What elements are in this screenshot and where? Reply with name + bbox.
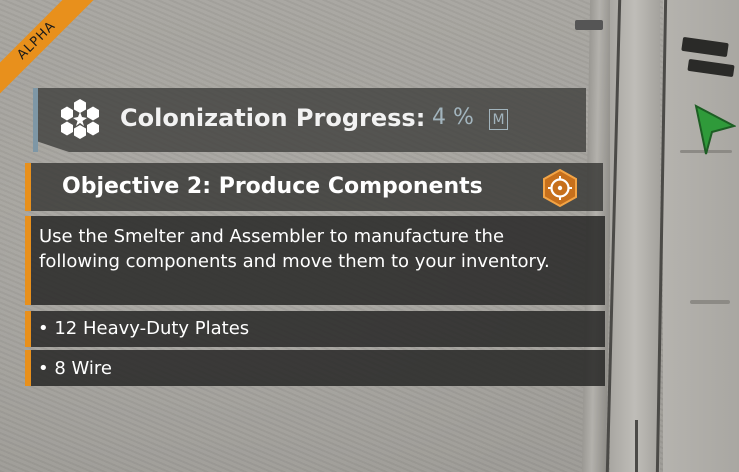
colonization-progress-value: 4 %: [432, 105, 474, 130]
task-accent: [25, 311, 31, 347]
hull-line: [690, 300, 730, 304]
objective-description-accent: [25, 216, 31, 305]
hull-vent: [575, 20, 603, 30]
colonization-accent: [33, 88, 38, 152]
task-row: [25, 350, 605, 386]
objective-description: Use the Smelter and Assembler to manufac…: [39, 226, 550, 272]
map-key-hint[interactable]: M: [489, 109, 508, 130]
hex-cluster-icon: [61, 99, 99, 139]
waypoint-arrow-icon: [694, 104, 736, 155]
task-item: • 8 Wire: [38, 358, 112, 379]
target-hex-icon[interactable]: [540, 168, 580, 208]
objective-title: Objective 2: Produce Components: [62, 174, 483, 199]
objective-accent: [25, 163, 31, 211]
hull-seam: [635, 420, 638, 472]
colonization-progress-label: Colonization Progress:: [120, 104, 426, 132]
alpha-badge-text: ALPHA: [0, 0, 98, 102]
task-accent: [25, 350, 31, 386]
task-item: • 12 Heavy-Duty Plates: [38, 318, 250, 339]
